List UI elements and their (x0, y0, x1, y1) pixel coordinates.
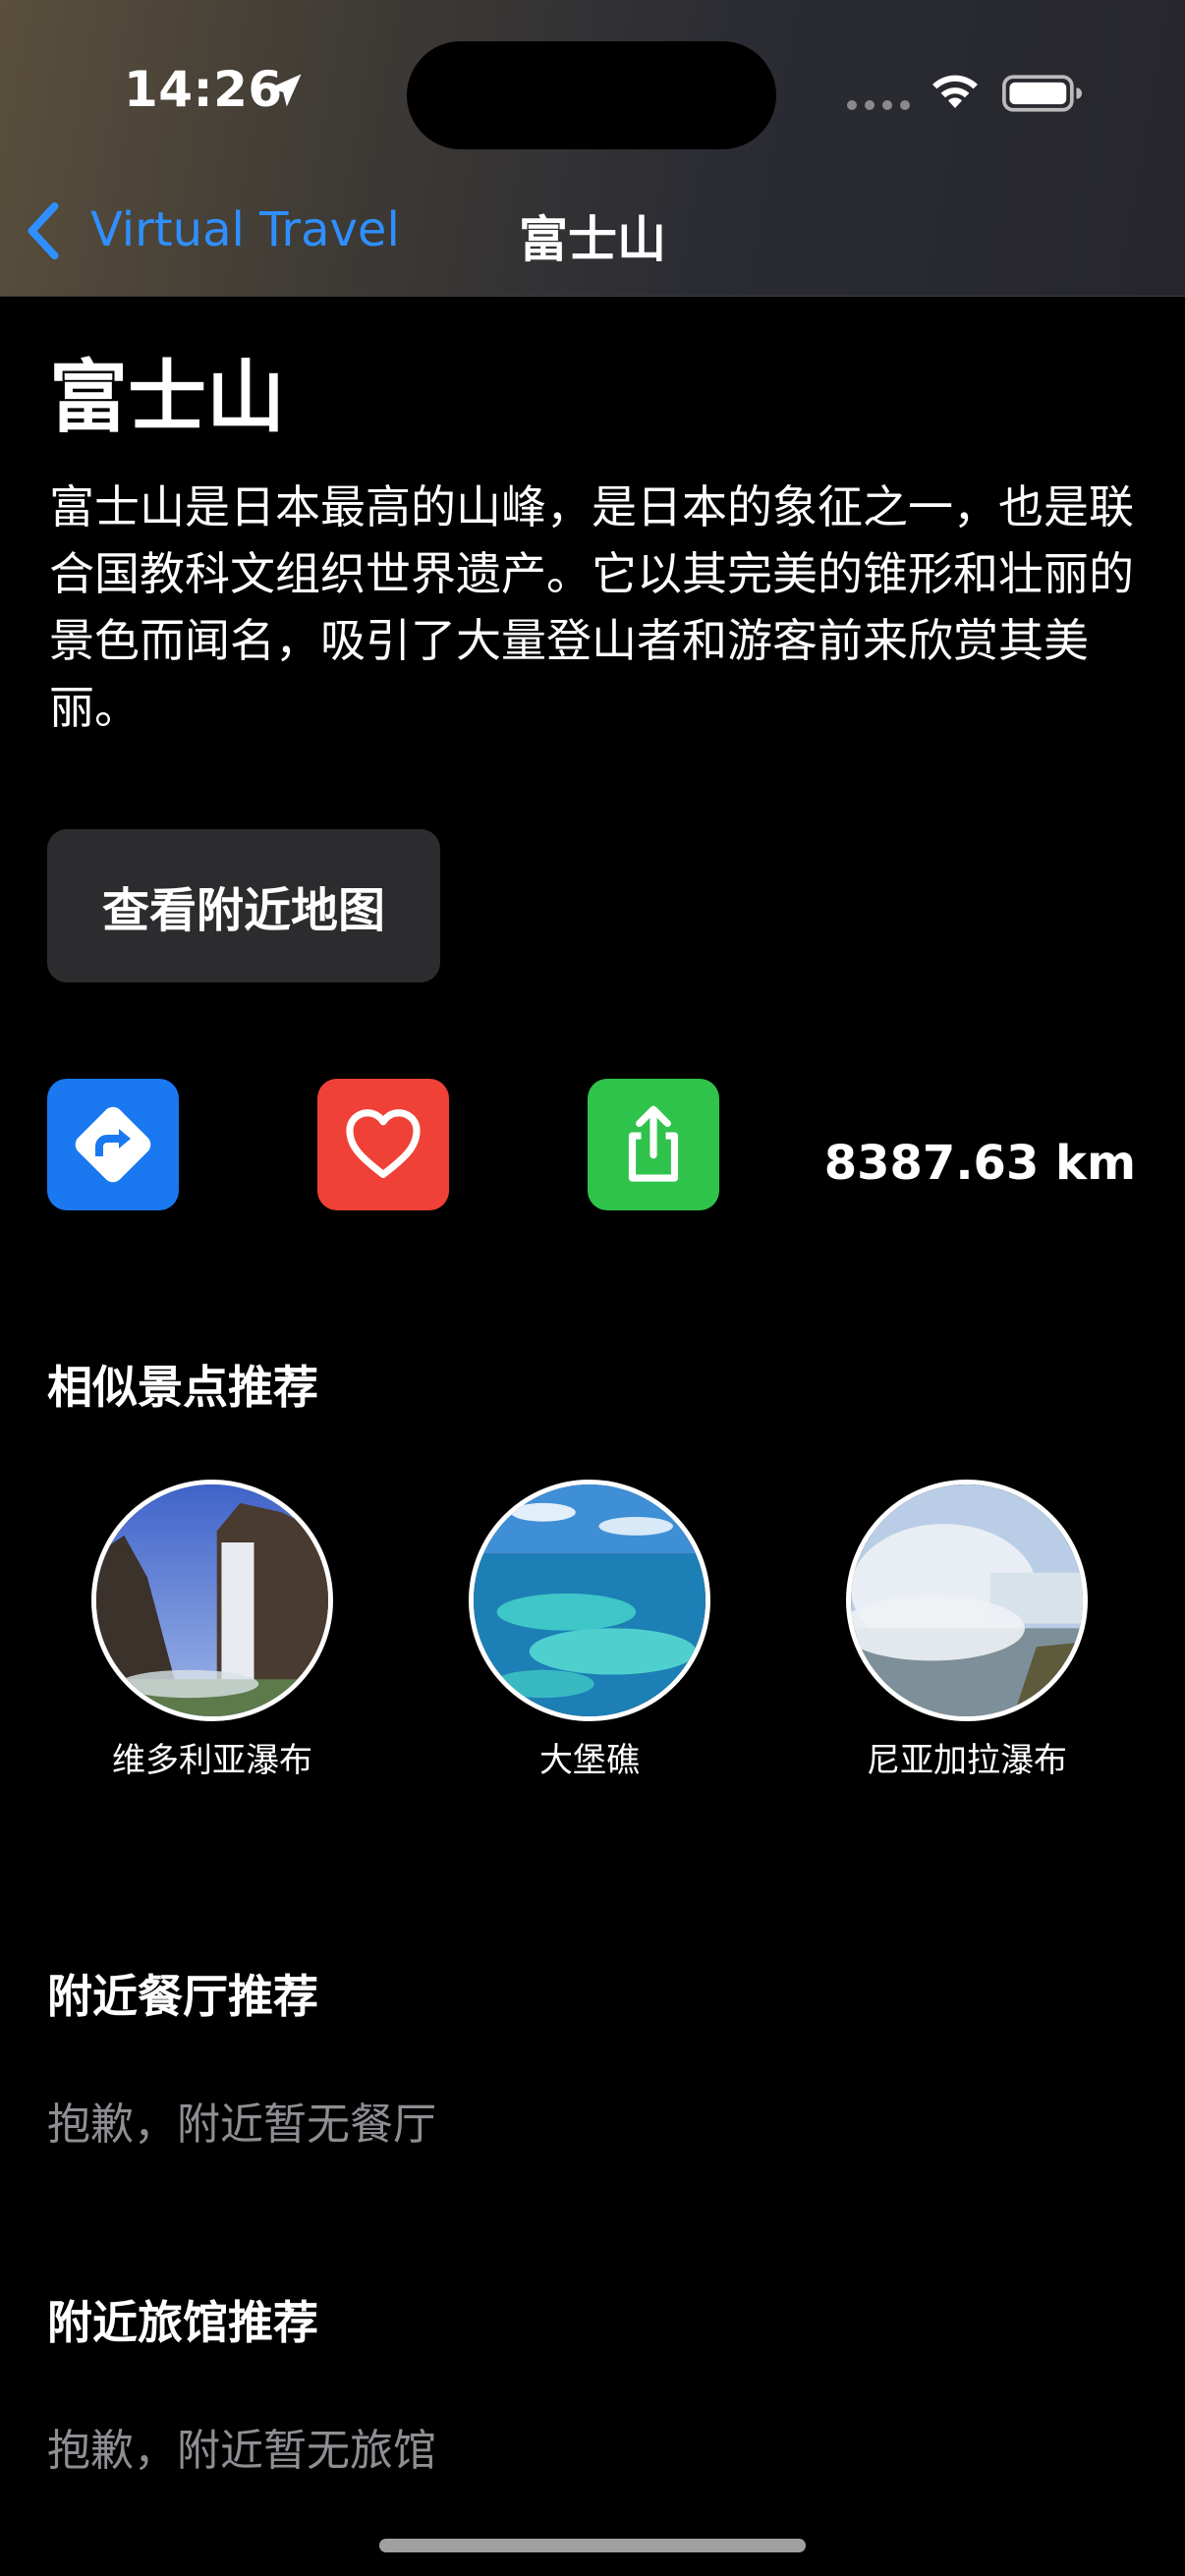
similar-spot-great-barrier-reef[interactable]: 大堡礁 (442, 1480, 737, 1781)
spot-thumbnail (91, 1480, 333, 1721)
dynamic-island (407, 41, 776, 149)
share-button[interactable] (588, 1079, 719, 1210)
similar-spot-niagara-falls[interactable]: 尼亚加拉瀑布 (819, 1480, 1114, 1781)
spot-thumbnail (846, 1480, 1088, 1721)
favorite-button[interactable] (317, 1079, 449, 1210)
restaurants-empty-message: 抱歉，附近暂无餐厅 (47, 2100, 436, 2150)
heart-icon (346, 1109, 421, 1179)
distance-label: 8387.63 km (823, 1136, 1136, 1191)
spot-label: 维多利亚瀑布 (112, 1741, 312, 1780)
cellular-signal-icon (847, 100, 910, 110)
directions-button[interactable] (47, 1079, 179, 1210)
wifi-icon (932, 75, 978, 108)
place-description: 富士山是日本最高的山峰，是日本的象征之一，也是联合国教科文组织世界遗产。它以其完… (49, 480, 1134, 734)
nearby-hotels-title: 附近旅馆推荐 (47, 2296, 318, 2349)
share-icon (628, 1105, 679, 1182)
status-time: 14:26 (124, 61, 283, 118)
similar-spots-title: 相似景点推荐 (47, 1361, 318, 1414)
hotels-empty-message: 抱歉，附近暂无旅馆 (47, 2426, 436, 2476)
nearby-restaurants-title: 附近餐厅推荐 (47, 1970, 318, 2023)
directions-icon (75, 1106, 151, 1183)
page-title: 富士山 (49, 352, 285, 443)
spot-label: 大堡礁 (539, 1741, 640, 1780)
location-arrow-icon (268, 74, 302, 107)
view-nearby-map-button[interactable]: 查看附近地图 (47, 829, 440, 982)
home-indicator[interactable] (379, 2539, 806, 2552)
battery-icon (1002, 75, 1083, 112)
spot-thumbnail (469, 1480, 710, 1721)
similar-spot-victoria-falls[interactable]: 维多利亚瀑布 (65, 1480, 360, 1781)
nav-title: 富士山 (519, 211, 666, 268)
spot-label: 尼亚加拉瀑布 (867, 1741, 1067, 1780)
